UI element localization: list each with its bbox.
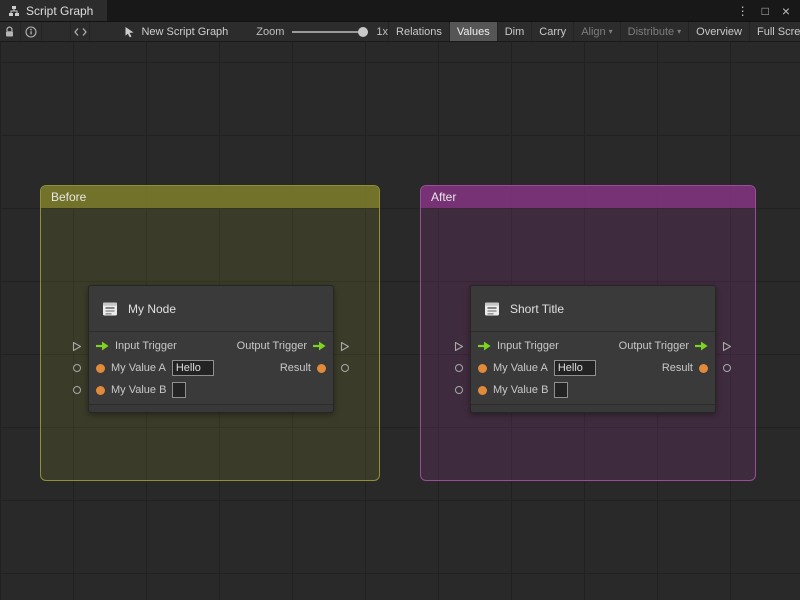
value-b-port-icon[interactable] [96, 385, 105, 395]
graph-icon [9, 5, 19, 16]
value-a-input-port[interactable] [73, 364, 81, 372]
node-title: Short Title [510, 301, 565, 316]
node-footer [89, 404, 333, 412]
flow-input-port[interactable] [72, 341, 82, 352]
value-b-input-port[interactable] [73, 386, 81, 394]
overview-button[interactable]: Overview [688, 22, 749, 41]
value-b-input-port[interactable] [455, 386, 463, 394]
node-short-title[interactable]: Short Title Input Trigger Output Trigger [454, 285, 732, 413]
port-rows: Input Trigger Output Trigger My Value A [471, 332, 715, 404]
group-after-header[interactable]: After [421, 186, 755, 208]
carry-button[interactable]: Carry [531, 22, 573, 41]
value-a-field[interactable] [171, 360, 214, 376]
flow-input-port[interactable] [454, 341, 464, 352]
node-my-node[interactable]: My Node Input Trigger Output Trigger My … [72, 285, 350, 413]
dim-button[interactable]: Dim [496, 22, 532, 41]
script-graph-window: Script Graph ⋮ □ × New Script Graph Zoom… [0, 0, 800, 600]
tab-title: Script Graph [26, 3, 94, 18]
group-title: After [431, 190, 457, 204]
flow-out-icon[interactable] [695, 341, 708, 351]
maximize-icon[interactable]: □ [762, 5, 769, 17]
flow-in-icon[interactable] [96, 341, 109, 351]
zoom-label: Zoom [256, 25, 285, 38]
node-header[interactable]: Short Title [471, 286, 715, 332]
toolbar-button-group: Relations Values Dim Carry Align ▾ Distr… [388, 22, 800, 41]
graph-asset-icon [125, 26, 134, 37]
inspect-button[interactable] [21, 22, 42, 41]
flow-in-icon[interactable] [478, 341, 491, 351]
code-icon [73, 27, 87, 36]
values-button[interactable]: Values [448, 22, 497, 41]
info-icon [25, 25, 37, 38]
node-header[interactable]: My Node [89, 286, 333, 332]
flow-out-icon[interactable] [313, 341, 326, 351]
chevron-down-icon: ▾ [608, 27, 613, 36]
value-b-field[interactable] [554, 382, 569, 398]
input-ports [71, 335, 83, 401]
graph-asset-name: New Script Graph [141, 25, 229, 38]
zoom-value: 1x [376, 25, 389, 38]
value-b-field[interactable] [172, 382, 187, 398]
align-dropdown[interactable]: Align ▾ [573, 22, 619, 41]
flow-port-row: Input Trigger Output Trigger [471, 335, 715, 357]
tab-script-graph[interactable]: Script Graph [0, 0, 108, 21]
value-a-input-port[interactable] [455, 364, 463, 372]
result-output-port[interactable] [723, 364, 731, 372]
window-controls: ⋮ □ × [737, 0, 800, 21]
kebab-menu-icon[interactable]: ⋮ [737, 5, 749, 17]
flow-output-port[interactable] [340, 341, 350, 352]
chevron-down-icon: ▾ [677, 27, 682, 36]
value-b-row: My Value B [471, 379, 715, 401]
close-icon[interactable]: × [782, 4, 790, 18]
value-a-row: My Value A Result [89, 357, 333, 379]
group-before-header[interactable]: Before [41, 186, 379, 208]
graph-toolbar: New Script Graph Zoom 1x Relations Value… [0, 22, 800, 42]
graph-asset-picker[interactable]: New Script Graph [124, 26, 228, 38]
value-a-port-icon[interactable] [96, 363, 105, 373]
distribute-dropdown[interactable]: Distribute ▾ [619, 22, 688, 41]
result-output-port[interactable] [341, 364, 349, 372]
unit-icon [103, 302, 117, 315]
value-a-row: My Value A Result [471, 357, 715, 379]
flow-output-port[interactable] [722, 341, 732, 352]
unit-icon [485, 302, 499, 315]
output-ports [721, 335, 733, 379]
fullscreen-button[interactable]: Full Screen [749, 22, 800, 41]
node-title: My Node [128, 301, 177, 316]
relations-button[interactable]: Relations [388, 22, 449, 41]
input-ports [453, 335, 465, 401]
edit-script-button[interactable] [69, 22, 91, 41]
result-port-icon[interactable] [317, 363, 326, 373]
tab-bar: Script Graph ⋮ □ × [0, 0, 800, 22]
graph-canvas[interactable]: Before After My Node Input Trigger Outpu… [0, 42, 800, 600]
flow-port-row: Input Trigger Output Trigger [89, 335, 333, 357]
value-a-field[interactable] [553, 360, 596, 376]
lock-icon [6, 26, 14, 36]
zoom-slider[interactable] [292, 26, 369, 37]
zoom-slider-track[interactable] [292, 30, 369, 33]
node-footer [471, 404, 715, 412]
value-a-port-icon[interactable] [478, 363, 487, 373]
group-title: Before [51, 190, 87, 204]
zoom-slider-knob[interactable] [358, 26, 369, 37]
result-port-icon[interactable] [699, 363, 708, 373]
value-b-port-icon[interactable] [478, 385, 487, 395]
port-rows: Input Trigger Output Trigger My Value A [89, 332, 333, 404]
lock-button[interactable] [0, 22, 21, 41]
output-ports [339, 335, 351, 379]
zoom-control: Zoom 1x [256, 26, 388, 38]
value-b-row: My Value B [89, 379, 333, 401]
